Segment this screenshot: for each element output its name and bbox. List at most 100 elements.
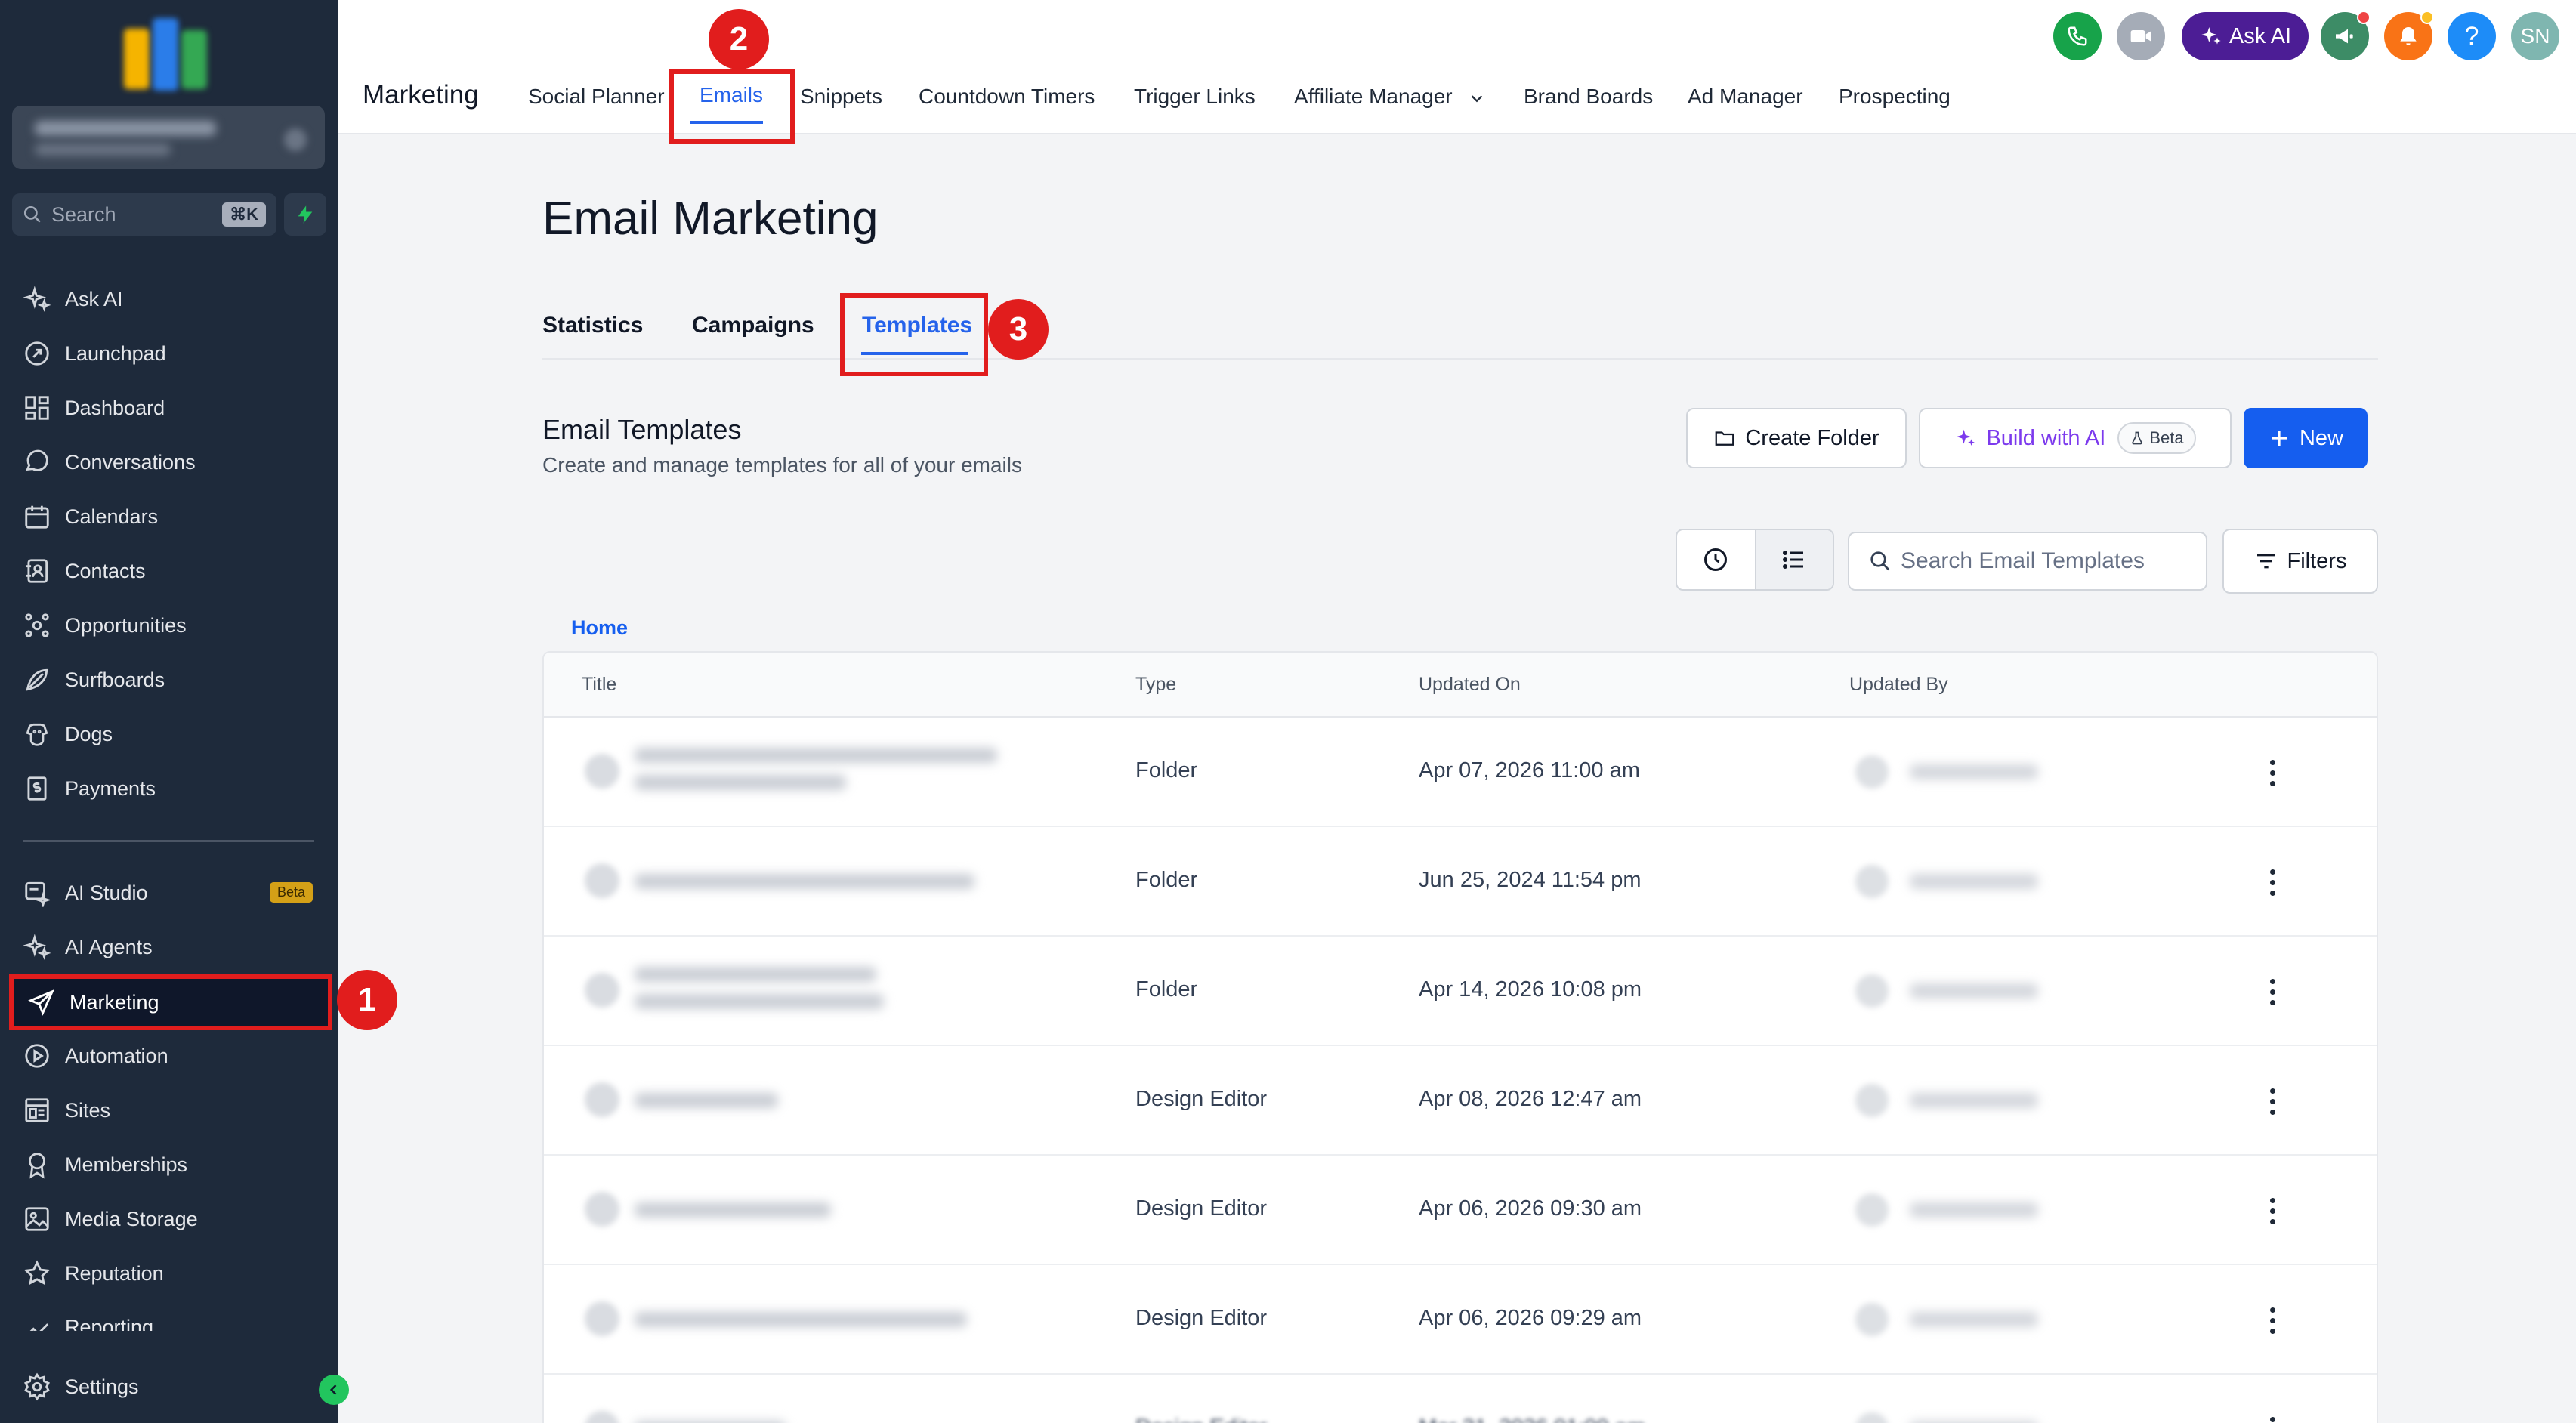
sidebar-collapse-button[interactable] [319,1375,349,1405]
phone-button[interactable] [2053,12,2102,60]
tab-campaigns[interactable]: Campaigns [692,313,814,338]
avatar [1855,1193,1889,1227]
table-row[interactable]: Folder Jun 25, 2024 11:54 pm [544,827,2377,937]
company-logo[interactable] [124,14,208,92]
account-switcher[interactable] [12,106,325,169]
list-view-button[interactable] [1754,530,1833,589]
view-toggle [1676,529,1834,591]
row-menu-button[interactable] [2259,1406,2286,1423]
sidebar-item-ai-agents[interactable]: AI Agents [0,924,338,970]
sidebar-item-label: Media Storage [65,1207,198,1230]
membership-icon [29,1153,45,1179]
table-row[interactable]: Design Editor Apr 06, 2026 09:30 am [544,1156,2377,1265]
annotation-badge-1: 1 [337,970,397,1030]
sites-icon [25,1098,49,1122]
sidebar-item-calendars[interactable]: Calendars [0,494,338,539]
row-updated-on: Apr 07, 2026 11:00 am [1419,758,1640,782]
filters-label: Filters [2287,548,2347,573]
sidebar-item-reporting[interactable]: Reporting [0,1305,338,1331]
sidebar-divider [23,840,314,842]
help-button[interactable]: ? [2448,12,2496,60]
dog-icon [26,723,48,746]
row-menu-button[interactable] [2259,1297,2286,1344]
row-menu-button[interactable] [2259,1078,2286,1125]
sidebar-item-marketing[interactable]: Marketing [9,974,332,1030]
sidebar-item-label: Reporting [65,1316,154,1331]
tab-snippets[interactable]: Snippets [800,85,882,109]
new-template-button[interactable]: New [2244,408,2368,468]
sparkle-icon [23,934,51,960]
sidebar-item-dashboard[interactable]: Dashboard [0,385,338,431]
row-menu-button[interactable] [2259,749,2286,796]
tab-affiliate-manager[interactable]: Affiliate Manager [1294,85,1485,109]
table-row[interactable]: Design Editor Apr 08, 2026 12:47 am [544,1046,2377,1156]
sidebar-item-label: Settings [65,1375,139,1398]
redacted-title [635,874,974,889]
sidebar-item-automation[interactable]: Automation [0,1033,338,1079]
sidebar-item-media-storage[interactable]: Media Storage [0,1196,338,1242]
row-updated-on: Apr 06, 2026 09:30 am [1419,1196,1642,1221]
annotation-badge-2: 2 [709,9,769,69]
row-menu-button[interactable] [2259,1187,2286,1234]
sidebar-item-reputation[interactable]: Reputation [0,1251,338,1296]
create-folder-button[interactable]: Create Folder [1686,408,1907,468]
redacted-user [1910,1093,2038,1108]
column-header-title[interactable]: Title [582,674,616,696]
tab-brand-boards[interactable]: Brand Boards [1524,85,1653,109]
user-avatar[interactable]: SN [2511,12,2559,60]
bell-icon [2400,27,2417,45]
column-header-updated-on[interactable]: Updated On [1419,674,1521,696]
notifications-button[interactable] [2384,11,2434,60]
filters-button[interactable]: Filters [2222,529,2378,594]
sidebar-item-contacts[interactable]: Contacts [0,548,338,594]
breadcrumb-home[interactable]: Home [571,616,628,640]
sidebar-item-ask-ai[interactable]: Ask AI [0,276,338,322]
sidebar-item-sites[interactable]: Sites [0,1088,338,1133]
tab-countdown-timers[interactable]: Countdown Timers [919,85,1095,109]
table-row[interactable]: Design Editor Mar 31, 2026 01:00 am [544,1375,2377,1423]
tab-prospecting[interactable]: Prospecting [1839,85,1951,109]
redacted-title [635,1202,831,1218]
table-row[interactable]: Design Editor Apr 06, 2026 09:29 am [544,1265,2377,1375]
row-type: Folder [1135,977,1198,1002]
redacted-title [635,1312,967,1327]
column-header-type[interactable]: Type [1135,674,1176,696]
tab-statistics[interactable]: Statistics [542,313,643,338]
sparkle-icon [23,286,51,312]
tab-social-planner[interactable]: Social Planner [528,85,665,109]
announcements-button[interactable] [2321,11,2371,60]
search-templates-placeholder: Search Email Templates [1901,548,2145,573]
sidebar-item-surfboards[interactable]: Surfboards [0,657,338,702]
video-button[interactable] [2117,12,2165,60]
contacts-icon [26,559,48,583]
table-header: Title Type Updated On Updated By [544,653,2377,718]
column-header-updated-by[interactable]: Updated By [1849,674,1948,696]
table-row[interactable]: Folder Apr 07, 2026 11:00 am [544,718,2377,827]
module-title: Marketing [363,80,479,110]
sidebar-item-settings[interactable]: Settings [0,1364,338,1409]
sidebar-item-opportunities[interactable]: Opportunities [0,603,338,648]
automation-icon [25,1044,49,1068]
star-icon [23,1260,51,1286]
row-menu-button[interactable] [2259,968,2286,1015]
sidebar-item-ai-studio[interactable]: AI Studio Beta [0,870,338,915]
build-with-ai-button[interactable]: Build with AI Beta [1919,408,2232,468]
sidebar-item-launchpad[interactable]: Launchpad [0,331,338,376]
sidebar-item-dogs[interactable]: Dogs [0,712,338,757]
table-row[interactable]: Folder Apr 14, 2026 10:08 pm [544,937,2377,1046]
sidebar: Search ⌘K Ask AI Launchpad Dashboard Con… [0,0,349,1423]
tab-ad-manager[interactable]: Ad Manager [1688,85,1803,109]
row-type: Design Editor [1135,1087,1268,1111]
search-templates-input[interactable]: Search Email Templates [1848,532,2207,591]
sidebar-item-memberships[interactable]: Memberships [0,1142,338,1187]
new-label: New [2299,425,2343,450]
sidebar-item-conversations[interactable]: Conversations [0,440,338,485]
row-menu-button[interactable] [2259,859,2286,906]
section-title: Email Templates [542,414,742,445]
sidebar-search[interactable]: Search ⌘K [12,193,276,236]
recent-view-button[interactable] [1677,530,1755,589]
sidebar-item-payments[interactable]: Payments [0,766,338,811]
quick-actions-button[interactable] [284,193,326,236]
ask-ai-button[interactable]: Ask AI [2182,12,2309,60]
tab-trigger-links[interactable]: Trigger Links [1134,85,1256,109]
